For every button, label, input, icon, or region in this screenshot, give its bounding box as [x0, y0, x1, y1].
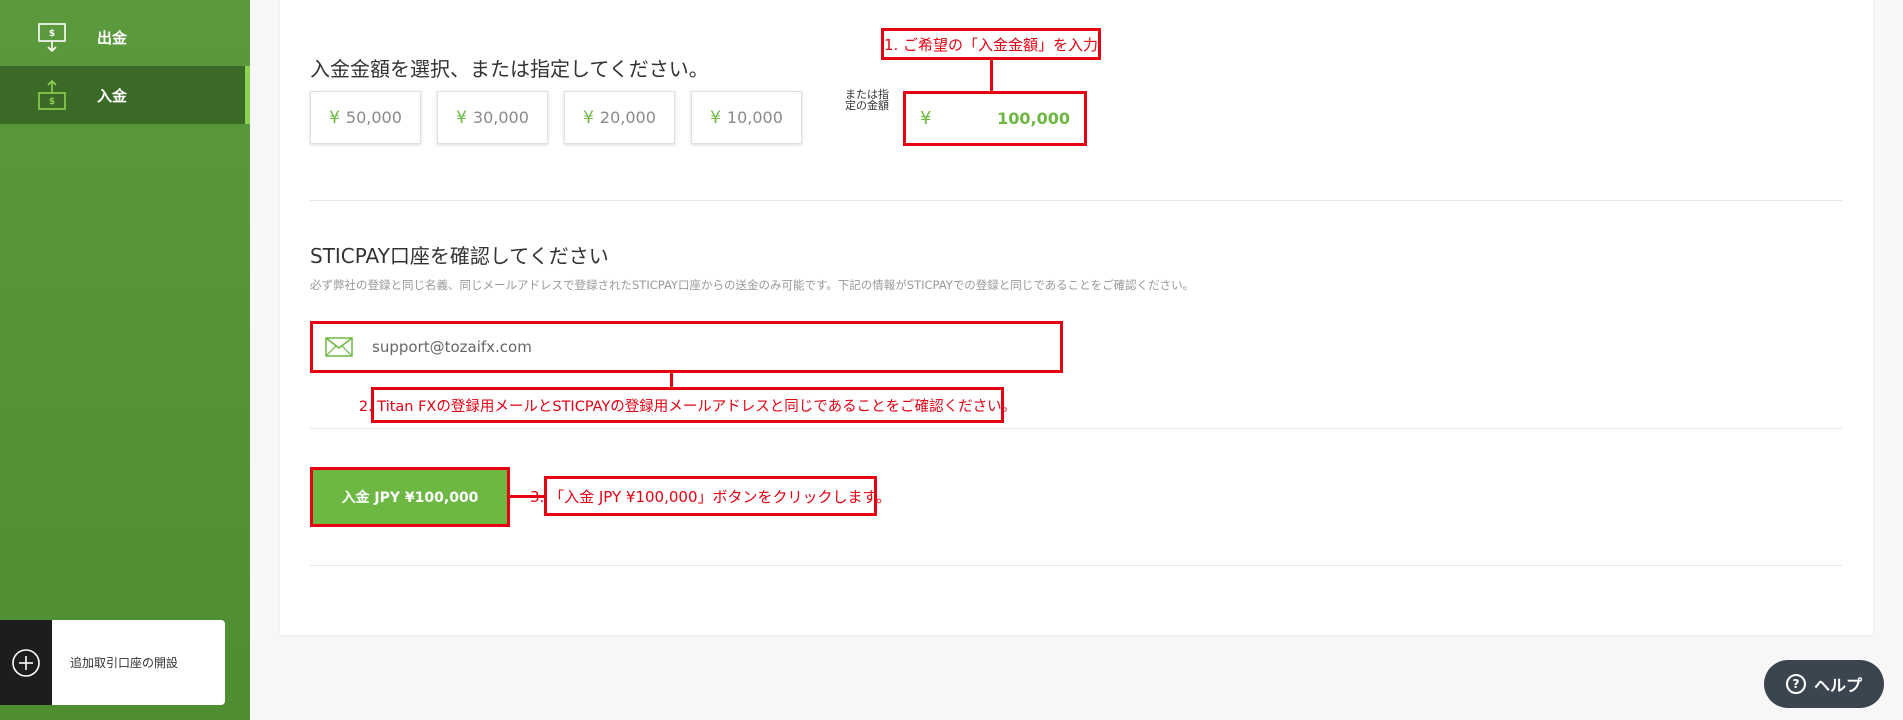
deposit-icon: $ — [38, 79, 66, 110]
yen-symbol: ¥ — [710, 107, 721, 128]
divider — [310, 428, 1842, 429]
help-label: ヘルプ — [1813, 676, 1862, 695]
deposit-submit-button[interactable]: 入金 JPY ¥100,000 — [310, 467, 510, 527]
yen-symbol: ¥ — [456, 107, 467, 128]
svg-text:$: $ — [49, 29, 55, 39]
add-account-label: 追加取引口座の開設 — [70, 655, 179, 670]
plus-box — [0, 620, 52, 705]
divider — [310, 200, 1842, 201]
deposit-card: 入金金額を選択、または指定してください。 ¥ 50,000 ¥ 30,000 ¥… — [280, 0, 1873, 635]
withdraw-icon: $ — [38, 23, 66, 53]
sidebar-item-withdraw[interactable]: $ 出金 — [0, 8, 250, 66]
yen-symbol: ¥ — [920, 108, 932, 129]
preset-amount-20000[interactable]: ¥ 20,000 — [564, 91, 675, 144]
custom-amount-value: 100,000 — [997, 109, 1070, 128]
annotation-connector — [670, 373, 673, 387]
yen-symbol: ¥ — [329, 107, 340, 128]
account-section-description: 必ず弊社の登録と同じ名義、同じメールアドレスで登録されたSTICPAY口座からの… — [310, 278, 1195, 292]
annotation-connector — [990, 60, 993, 91]
account-section-title: STICPAY口座を確認してください — [310, 244, 609, 268]
preset-value: 20,000 — [599, 108, 656, 127]
divider — [310, 565, 1842, 566]
preset-amount-10000[interactable]: ¥ 10,000 — [691, 91, 802, 144]
help-button[interactable]: ? ヘルプ — [1764, 660, 1884, 708]
annotation-step-2: 2. Titan FXの登録用メールとSTICPAYの登録用メールアドレスと同じ… — [359, 387, 1016, 423]
add-account-button[interactable]: 追加取引口座の開設 — [0, 620, 225, 705]
amount-section-title: 入金金額を選択、または指定してください。 — [310, 57, 709, 81]
sidebar-item-deposit[interactable]: $ 入金 — [0, 66, 250, 124]
preset-value: 10,000 — [726, 108, 783, 127]
preset-value: 30,000 — [472, 108, 529, 127]
preset-amount-30000[interactable]: ¥ 30,000 — [437, 91, 548, 144]
email-value: support@tozaifx.com — [372, 338, 532, 356]
sidebar-item-label: 出金 — [97, 28, 128, 47]
email-field[interactable]: support@tozaifx.com — [310, 321, 1063, 373]
annotation-step-1: 1. ご希望の「入金金額」を入力 — [881, 28, 1101, 60]
yen-symbol: ¥ — [583, 107, 594, 128]
sidebar: $ 出金 $ 入金 追加取引口座の開設 — [0, 0, 250, 720]
sidebar-item-label: 入金 — [97, 86, 128, 105]
question-circle-icon: ? — [1785, 674, 1806, 694]
custom-amount-input[interactable]: ¥ 100,000 — [903, 91, 1087, 146]
preset-amount-50000[interactable]: ¥ 50,000 — [310, 91, 421, 144]
svg-text:$: $ — [49, 97, 55, 107]
custom-amount-label: または指定の金額 — [845, 88, 889, 112]
annotation-step-3: 3. 「入金 JPY ¥100,000」ボタンをクリックします。 — [530, 476, 891, 516]
plus-circle-icon — [12, 648, 40, 677]
preset-value: 50,000 — [345, 108, 402, 127]
mail-icon — [325, 337, 353, 357]
